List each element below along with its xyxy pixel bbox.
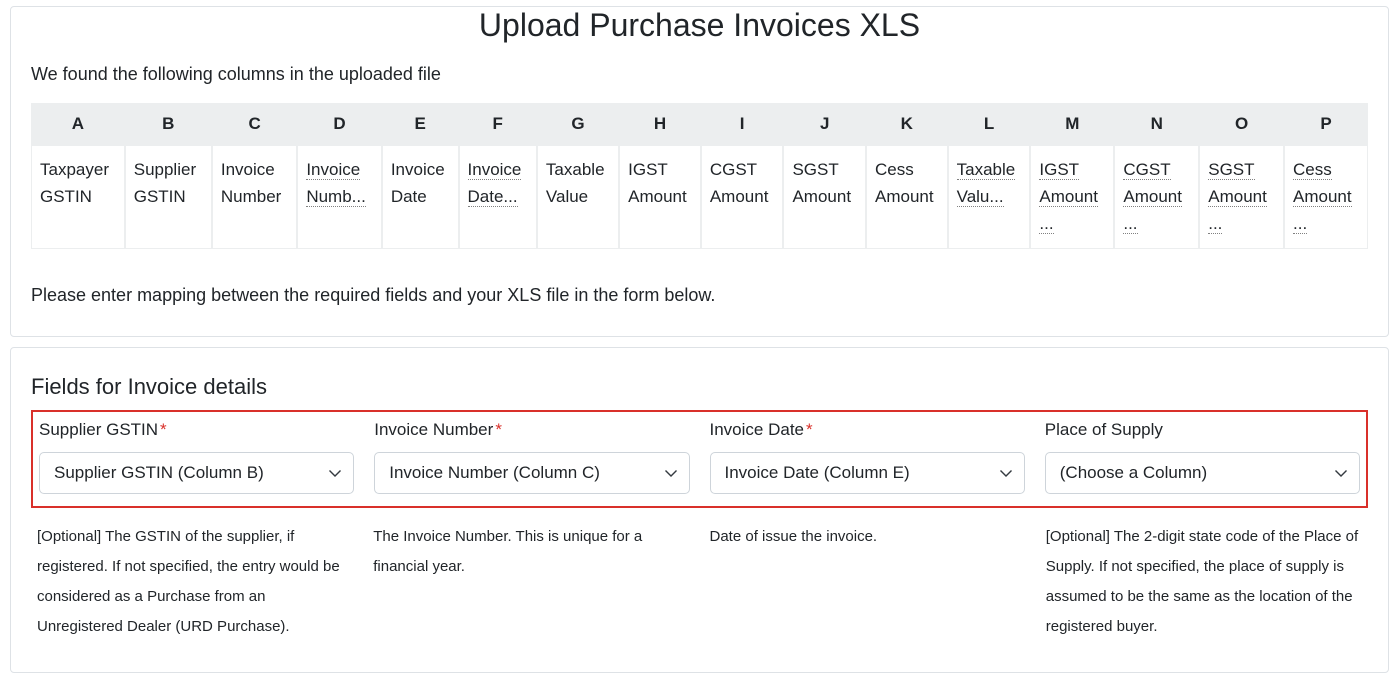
column-cell: SGST Amount xyxy=(783,145,866,249)
dropdown-invoice-date[interactable]: Invoice Date (Column E) xyxy=(710,452,1025,494)
column-header: A xyxy=(31,103,125,145)
label-text: Place of Supply xyxy=(1045,420,1163,439)
chevron-down-icon xyxy=(665,469,677,477)
column-header: I xyxy=(701,103,784,145)
column-cell: CGST Amount xyxy=(701,145,784,249)
column-cell: Cess Amount ... xyxy=(1284,145,1368,249)
truncated-label: Invoice Date... xyxy=(468,160,522,207)
column-header: G xyxy=(537,103,619,145)
truncated-label: IGST Amount ... xyxy=(1039,160,1098,234)
help-row: [Optional] The GSTIN of the supplier, if… xyxy=(37,522,1362,642)
help-invoice-date: Date of issue the invoice. xyxy=(710,522,1026,642)
column-cell: Cess Amount xyxy=(866,145,948,249)
column-header: C xyxy=(212,103,297,145)
column-header: N xyxy=(1114,103,1199,145)
column-header: B xyxy=(125,103,212,145)
chevron-down-icon xyxy=(1335,469,1347,477)
field-invoice-number: Invoice Number* Invoice Number (Column C… xyxy=(374,420,689,494)
dropdown-place-of-supply[interactable]: (Choose a Column) xyxy=(1045,452,1360,494)
columns-data-row: Taxpayer GSTINSupplier GSTINInvoice Numb… xyxy=(31,145,1368,249)
column-cell: Taxable Value xyxy=(537,145,619,249)
dropdown-value: Supplier GSTIN (Column B) xyxy=(54,463,264,483)
column-header: K xyxy=(866,103,948,145)
truncated-label: CGST Amount ... xyxy=(1123,160,1182,234)
page-title: Upload Purchase Invoices XLS xyxy=(31,7,1368,44)
column-header: J xyxy=(783,103,866,145)
column-header: P xyxy=(1284,103,1368,145)
chevron-down-icon xyxy=(1000,469,1012,477)
column-header: F xyxy=(459,103,537,145)
upload-card: Upload Purchase Invoices XLS We found th… xyxy=(10,6,1389,337)
required-marker: * xyxy=(160,420,167,439)
columns-intro: We found the following columns in the up… xyxy=(31,64,1368,85)
field-label-invoice-number: Invoice Number* xyxy=(374,420,689,440)
column-cell: IGST Amount xyxy=(619,145,701,249)
columns-header-row: ABCDEFGHIJKLMNOP xyxy=(31,103,1368,145)
columns-table: ABCDEFGHIJKLMNOP Taxpayer GSTINSupplier … xyxy=(31,103,1368,249)
section-title: Fields for Invoice details xyxy=(31,374,1368,400)
column-cell: CGST Amount ... xyxy=(1114,145,1199,249)
truncated-label: Taxable Valu... xyxy=(957,160,1016,207)
truncated-label: Invoice Numb... xyxy=(306,160,366,207)
column-cell: Taxable Valu... xyxy=(948,145,1031,249)
invoice-details-card: Fields for Invoice details Supplier GSTI… xyxy=(10,347,1389,673)
required-marker: * xyxy=(495,420,502,439)
label-text: Invoice Date xyxy=(710,420,805,439)
column-header: D xyxy=(297,103,382,145)
field-place-of-supply: Place of Supply (Choose a Column) xyxy=(1045,420,1360,494)
truncated-label: Cess Amount ... xyxy=(1293,160,1352,234)
column-header: L xyxy=(948,103,1031,145)
column-header: H xyxy=(619,103,701,145)
help-supplier-gstin: [Optional] The GSTIN of the supplier, if… xyxy=(37,522,353,642)
fields-highlight: Supplier GSTIN* Supplier GSTIN (Column B… xyxy=(31,410,1368,508)
field-label-place-of-supply: Place of Supply xyxy=(1045,420,1360,440)
dropdown-value: Invoice Number (Column C) xyxy=(389,463,600,483)
column-header: O xyxy=(1199,103,1284,145)
required-marker: * xyxy=(806,420,813,439)
field-label-invoice-date: Invoice Date* xyxy=(710,420,1025,440)
column-cell: Invoice Numb... xyxy=(297,145,382,249)
field-supplier-gstin: Supplier GSTIN* Supplier GSTIN (Column B… xyxy=(39,420,354,494)
column-cell: Supplier GSTIN xyxy=(125,145,212,249)
help-place-of-supply: [Optional] The 2-digit state code of the… xyxy=(1046,522,1362,642)
chevron-down-icon xyxy=(329,469,341,477)
dropdown-supplier-gstin[interactable]: Supplier GSTIN (Column B) xyxy=(39,452,354,494)
help-invoice-number: The Invoice Number. This is unique for a… xyxy=(373,522,689,642)
column-cell: Taxpayer GSTIN xyxy=(31,145,125,249)
label-text: Supplier GSTIN xyxy=(39,420,158,439)
column-header: E xyxy=(382,103,459,145)
field-invoice-date: Invoice Date* Invoice Date (Column E) xyxy=(710,420,1025,494)
dropdown-value: (Choose a Column) xyxy=(1060,463,1207,483)
column-header: M xyxy=(1030,103,1114,145)
label-text: Invoice Number xyxy=(374,420,493,439)
column-cell: Invoice Date xyxy=(382,145,459,249)
mapping-instructions: Please enter mapping between the require… xyxy=(31,285,1368,306)
field-label-supplier-gstin: Supplier GSTIN* xyxy=(39,420,354,440)
column-cell: SGST Amount ... xyxy=(1199,145,1284,249)
dropdown-invoice-number[interactable]: Invoice Number (Column C) xyxy=(374,452,689,494)
column-cell: Invoice Number xyxy=(212,145,297,249)
column-cell: IGST Amount ... xyxy=(1030,145,1114,249)
truncated-label: SGST Amount ... xyxy=(1208,160,1267,234)
column-cell: Invoice Date... xyxy=(459,145,537,249)
dropdown-value: Invoice Date (Column E) xyxy=(725,463,910,483)
